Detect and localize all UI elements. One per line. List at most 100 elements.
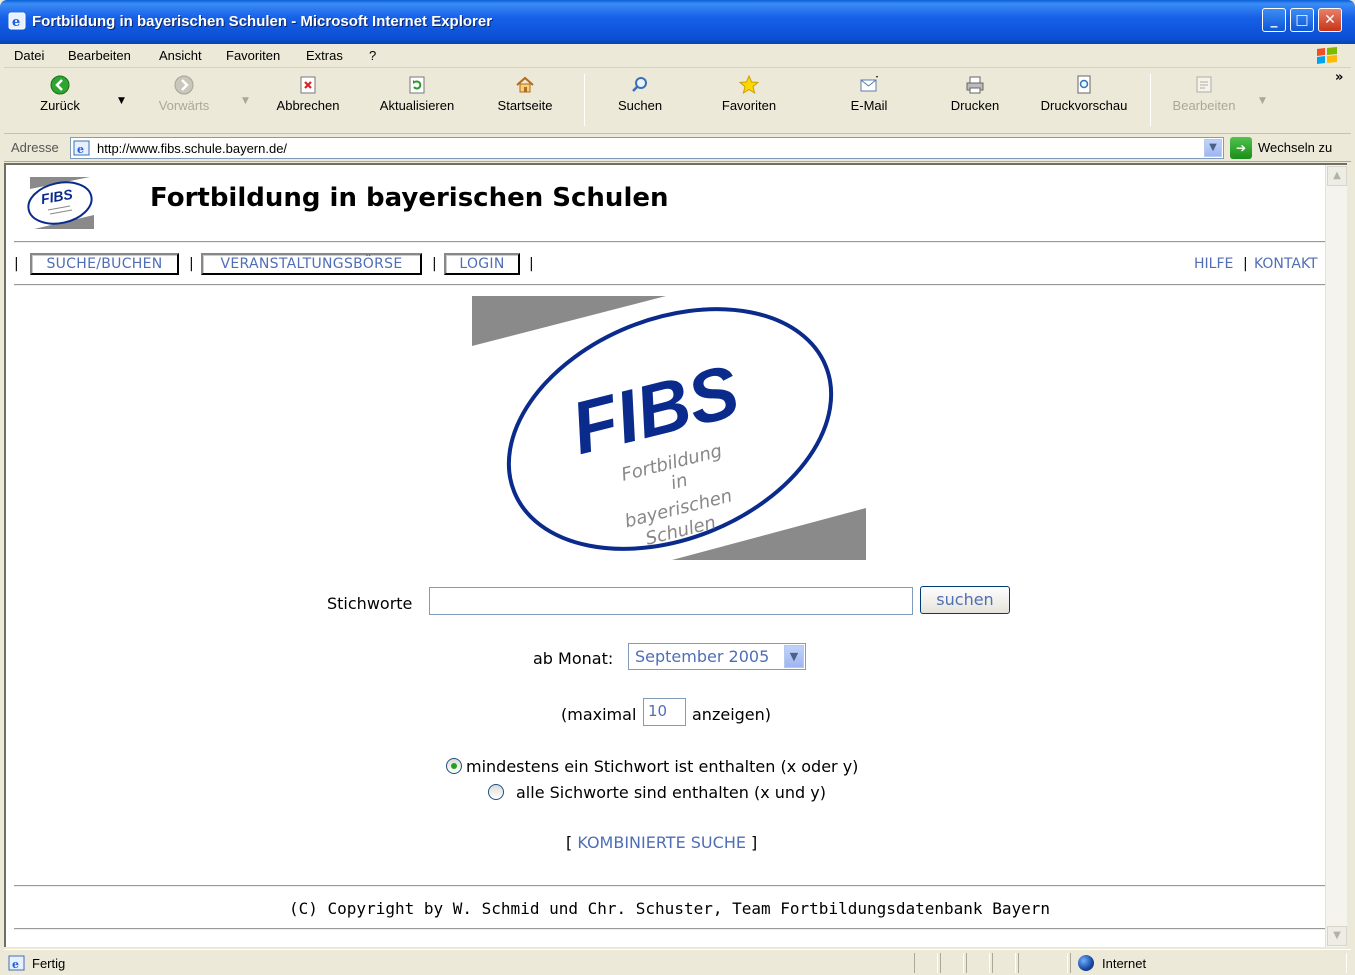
globe-icon — [1078, 955, 1094, 971]
contact-link[interactable]: KONTAKT — [1254, 256, 1318, 272]
forward-dropdown-icon[interactable]: ▼ — [242, 96, 249, 106]
mail-label: E-Mail — [850, 98, 888, 113]
nav-search-book[interactable]: SUCHE/BUCHEN — [30, 253, 179, 275]
divider — [14, 284, 1325, 286]
home-button[interactable]: Startseite — [490, 74, 560, 113]
combined-search-link[interactable]: KOMBINIERTE SUCHE — [577, 833, 746, 852]
menu-bar: Datei Bearbeiten Ansicht Favoriten Extra… — [4, 44, 1351, 68]
forward-button[interactable]: Vorwärts — [154, 74, 214, 113]
print-label: Drucken — [950, 98, 1000, 113]
main-nav: | SUCHE/BUCHEN | VERANSTALTUNGSBÖRSE | L… — [14, 253, 1325, 277]
month-value: September 2005 — [635, 647, 770, 666]
status-text: Fertig — [32, 956, 66, 971]
keywords-input[interactable] — [429, 587, 913, 615]
nav-events[interactable]: VERANSTALTUNGSBÖRSE — [201, 253, 422, 275]
nav-separator: | — [14, 256, 19, 272]
chevron-down-icon: ▼ — [784, 645, 804, 668]
scroll-up-icon[interactable]: ▲ — [1327, 166, 1347, 186]
search-submit-button[interactable]: suchen — [920, 586, 1010, 614]
forward-label: Vorwärts — [158, 98, 210, 113]
svg-text:e: e — [77, 143, 84, 156]
menu-ansicht[interactable]: Ansicht — [159, 48, 202, 63]
stop-icon — [300, 76, 316, 94]
window-titlebar[interactable]: e Fortbildung in bayerischen Schulen - M… — [0, 0, 1355, 44]
search-button[interactable]: Suchen — [614, 74, 666, 113]
radio-all-keywords[interactable] — [488, 784, 504, 800]
nav-separator: | — [529, 256, 534, 272]
stop-label: Abbrechen — [276, 98, 340, 113]
page-icon: e — [73, 140, 90, 156]
refresh-label: Aktualisieren — [379, 98, 455, 113]
favorites-button[interactable]: Favoriten — [714, 74, 784, 113]
fibs-logo: FIBS Fortbildung in bayerischen Schulen — [472, 296, 866, 560]
toolbar-overflow-icon[interactable]: » — [1335, 70, 1343, 85]
printer-icon — [966, 76, 984, 94]
divider — [14, 928, 1325, 930]
content-viewport: FIBS Fortbildung in bayerischen Schulen … — [4, 163, 1347, 947]
zone-text: Internet — [1102, 956, 1147, 971]
radio-all-label: alle Sichworte sind enthalten (x und y) — [516, 783, 827, 802]
address-url: http://www.fibs.schule.bayern.de/ — [97, 141, 288, 156]
back-dropdown-icon[interactable]: ▼ — [118, 96, 125, 106]
minimize-button[interactable]: _ — [1262, 8, 1286, 32]
home-icon — [516, 76, 534, 93]
print-button[interactable]: Drucken — [946, 74, 1004, 113]
edit-dropdown-icon[interactable]: ▼ — [1259, 96, 1266, 106]
search-icon — [632, 77, 647, 92]
divider — [14, 885, 1325, 887]
address-label: Adresse — [11, 140, 59, 155]
vertical-scrollbar[interactable]: ▲ ▼ — [1325, 165, 1347, 947]
status-cell — [940, 953, 964, 973]
nav-separator: | — [432, 256, 437, 272]
status-bar: e Fertig Internet — [4, 949, 1351, 975]
home-label: Startseite — [497, 98, 553, 113]
back-button[interactable]: Zurück — [34, 74, 86, 113]
print-preview-label: Druckvorschau — [1040, 98, 1128, 113]
favorites-label: Favoriten — [721, 98, 777, 113]
menu-datei[interactable]: Datei — [14, 48, 44, 63]
keywords-label: Stichworte — [327, 594, 413, 613]
refresh-icon — [409, 76, 425, 94]
print-preview-button[interactable]: Druckvorschau — [1034, 74, 1134, 113]
address-dropdown-icon[interactable]: ▼ — [1204, 139, 1222, 157]
windows-logo-icon — [1317, 47, 1337, 64]
address-input[interactable]: e http://www.fibs.schule.bayern.de/ ▼ — [70, 137, 1224, 159]
address-bar: Adresse e http://www.fibs.schule.bayern.… — [4, 134, 1351, 162]
max-results-input[interactable]: 10 — [643, 698, 686, 726]
menu-extras[interactable]: Extras — [306, 48, 343, 63]
svg-text:e: e — [12, 15, 20, 30]
status-cell — [1018, 953, 1068, 973]
refresh-button[interactable]: Aktualisieren — [374, 74, 460, 113]
svg-text:e: e — [12, 958, 19, 971]
mail-button[interactable]: E-Mail — [844, 74, 894, 113]
menu-help[interactable]: ? — [369, 48, 376, 63]
mail-icon — [860, 76, 878, 92]
fibs-small-logo: FIBS — [27, 177, 94, 229]
maximize-button[interactable]: □ — [1290, 8, 1314, 32]
divider — [14, 241, 1325, 243]
web-page: FIBS Fortbildung in bayerischen Schulen … — [14, 165, 1325, 947]
combined-search: [ KOMBINIERTE SUCHE ] — [566, 833, 757, 852]
edit-label: Bearbeiten — [1172, 98, 1236, 113]
help-link[interactable]: HILFE — [1194, 256, 1233, 272]
copyright-text: (C) Copyright by W. Schmid und Chr. Schu… — [289, 899, 1050, 918]
go-arrow-icon: ➔ — [1230, 137, 1252, 159]
go-label: Wechseln zu — [1258, 140, 1333, 155]
nav-login[interactable]: LOGIN — [444, 253, 520, 275]
toolbar-separator — [584, 74, 585, 126]
status-cell — [966, 953, 990, 973]
internet-explorer-icon: e — [8, 12, 26, 30]
page-title: Fortbildung in bayerischen Schulen — [150, 183, 669, 213]
status-cell — [914, 953, 938, 973]
close-button[interactable]: ✕ — [1318, 8, 1342, 32]
menu-bearbeiten[interactable]: Bearbeiten — [68, 48, 131, 63]
menu-favoriten[interactable]: Favoriten — [226, 48, 280, 63]
edit-button[interactable]: Bearbeiten — [1166, 74, 1242, 113]
max-suffix: anzeigen) — [692, 705, 772, 724]
month-select[interactable]: September 2005 ▼ — [628, 643, 806, 670]
scroll-down-icon[interactable]: ▼ — [1327, 926, 1347, 946]
radio-any-keyword[interactable] — [446, 758, 462, 774]
nav-separator: | — [189, 256, 194, 272]
stop-button[interactable]: Abbrechen — [272, 74, 344, 113]
radio-any-label: mindestens ein Stichwort ist enthalten (… — [466, 757, 859, 776]
